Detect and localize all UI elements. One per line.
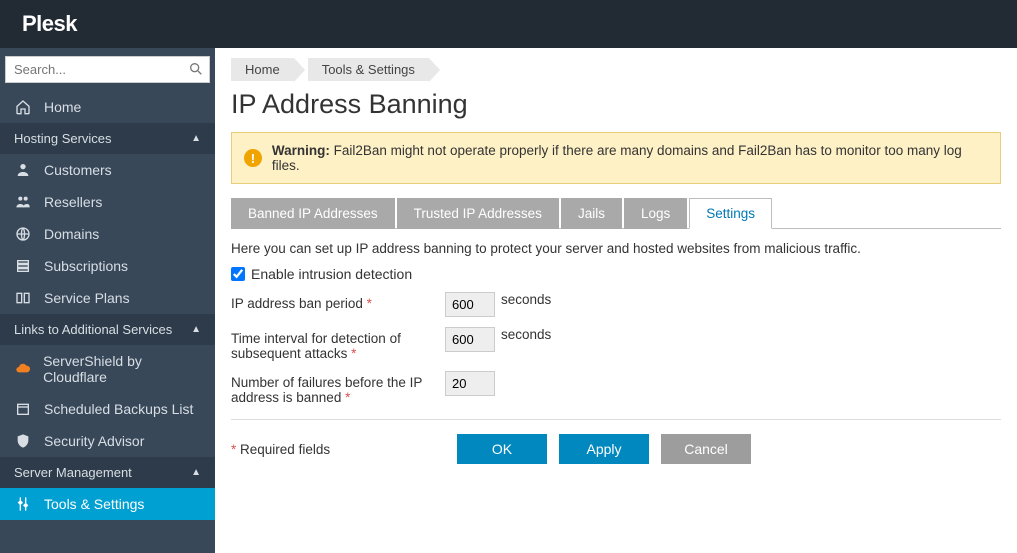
sidebar-item-security-advisor[interactable]: Security Advisor	[0, 425, 215, 457]
breadcrumb-item[interactable]: Home	[231, 58, 294, 81]
sidebar-item-resellers[interactable]: Resellers	[0, 186, 215, 218]
tab-logs[interactable]: Logs	[624, 198, 687, 229]
sidebar-item-home[interactable]: Home	[0, 91, 215, 123]
chevron-up-icon: ▲	[191, 467, 201, 478]
sidebar-item-label: Domains	[44, 226, 99, 242]
sidebar-item-label: Scheduled Backups List	[44, 401, 193, 417]
required-marker: *	[231, 442, 236, 457]
required-note: Required fields	[240, 442, 330, 457]
sidebar-item-label: Customers	[44, 162, 112, 178]
time-interval-suffix: seconds	[501, 327, 551, 342]
tab-settings[interactable]: Settings	[689, 198, 772, 229]
section-label: Server Management	[14, 465, 132, 480]
tab-jails[interactable]: Jails	[561, 198, 622, 229]
chevron-up-icon: ▲	[191, 133, 201, 144]
time-interval-input[interactable]	[445, 327, 495, 352]
tab-banned-ips[interactable]: Banned IP Addresses	[231, 198, 395, 229]
page-title: IP Address Banning	[215, 89, 1017, 132]
tools-icon	[14, 496, 32, 512]
users-icon	[14, 194, 32, 210]
ban-period-suffix: seconds	[501, 292, 551, 307]
user-icon	[14, 162, 32, 178]
sidebar-item-customers[interactable]: Customers	[0, 154, 215, 186]
required-marker: *	[345, 390, 350, 405]
required-marker: *	[351, 346, 356, 361]
search-box	[5, 56, 210, 83]
sidebar-item-label: Security Advisor	[44, 433, 144, 449]
warning-label: Warning:	[272, 143, 330, 158]
main-content: Home Tools & Settings IP Address Banning…	[215, 48, 1017, 553]
list-icon	[14, 258, 32, 274]
sidebar-item-label: Tools & Settings	[44, 496, 144, 512]
breadcrumb: Home Tools & Settings	[215, 58, 1017, 89]
shield-icon	[14, 433, 32, 449]
globe-icon	[14, 226, 32, 242]
sidebar-item-label: Resellers	[44, 194, 102, 210]
brand-logo: Plesk	[22, 11, 77, 37]
failures-label: Number of failures before the IP address…	[231, 375, 422, 405]
tab-bar: Banned IP Addresses Trusted IP Addresses…	[231, 198, 1001, 229]
warning-banner: ! Warning: Fail2Ban might not operate pr…	[231, 132, 1001, 184]
breadcrumb-item[interactable]: Tools & Settings	[308, 58, 429, 81]
required-marker: *	[367, 296, 372, 311]
search-icon[interactable]	[188, 61, 204, 80]
warning-icon: !	[244, 149, 262, 167]
sidebar-section-links[interactable]: Links to Additional Services ▲	[0, 314, 215, 345]
sidebar-item-label: ServerShield by Cloudflare	[43, 353, 201, 385]
warning-text: Fail2Ban might not operate properly if t…	[272, 143, 962, 173]
divider	[231, 419, 1001, 420]
ban-period-input[interactable]	[445, 292, 495, 317]
sidebar-item-service-plans[interactable]: Service Plans	[0, 282, 215, 314]
search-input[interactable]	[5, 56, 210, 83]
calendar-icon	[14, 401, 32, 417]
sidebar-item-label: Subscriptions	[44, 258, 128, 274]
app-header: Plesk	[0, 0, 1017, 48]
section-label: Hosting Services	[14, 131, 112, 146]
home-icon	[14, 99, 32, 115]
sidebar-item-servershield[interactable]: ServerShield by Cloudflare	[0, 345, 215, 393]
apply-button[interactable]: Apply	[559, 434, 649, 464]
section-label: Links to Additional Services	[14, 322, 172, 337]
plans-icon	[14, 290, 32, 306]
chevron-up-icon: ▲	[191, 324, 201, 335]
sidebar-item-domains[interactable]: Domains	[0, 218, 215, 250]
sidebar-item-label: Home	[44, 99, 81, 115]
cancel-button[interactable]: Cancel	[661, 434, 751, 464]
sidebar-section-hosting[interactable]: Hosting Services ▲	[0, 123, 215, 154]
enable-intrusion-label: Enable intrusion detection	[251, 266, 412, 282]
tab-trusted-ips[interactable]: Trusted IP Addresses	[397, 198, 559, 229]
cloud-icon	[14, 361, 31, 377]
ban-period-label: IP address ban period	[231, 296, 363, 311]
failures-input[interactable]	[445, 371, 495, 396]
description-text: Here you can set up IP address banning t…	[231, 241, 1001, 256]
sidebar-item-subscriptions[interactable]: Subscriptions	[0, 250, 215, 282]
time-interval-label: Time interval for detection of subsequen…	[231, 331, 401, 361]
enable-intrusion-checkbox[interactable]	[231, 267, 245, 281]
sidebar-item-label: Service Plans	[44, 290, 130, 306]
sidebar: Home Hosting Services ▲ Customers Resell…	[0, 48, 215, 553]
sidebar-item-tools-settings[interactable]: Tools & Settings	[0, 488, 215, 520]
sidebar-item-backups[interactable]: Scheduled Backups List	[0, 393, 215, 425]
sidebar-section-server[interactable]: Server Management ▲	[0, 457, 215, 488]
ok-button[interactable]: OK	[457, 434, 547, 464]
